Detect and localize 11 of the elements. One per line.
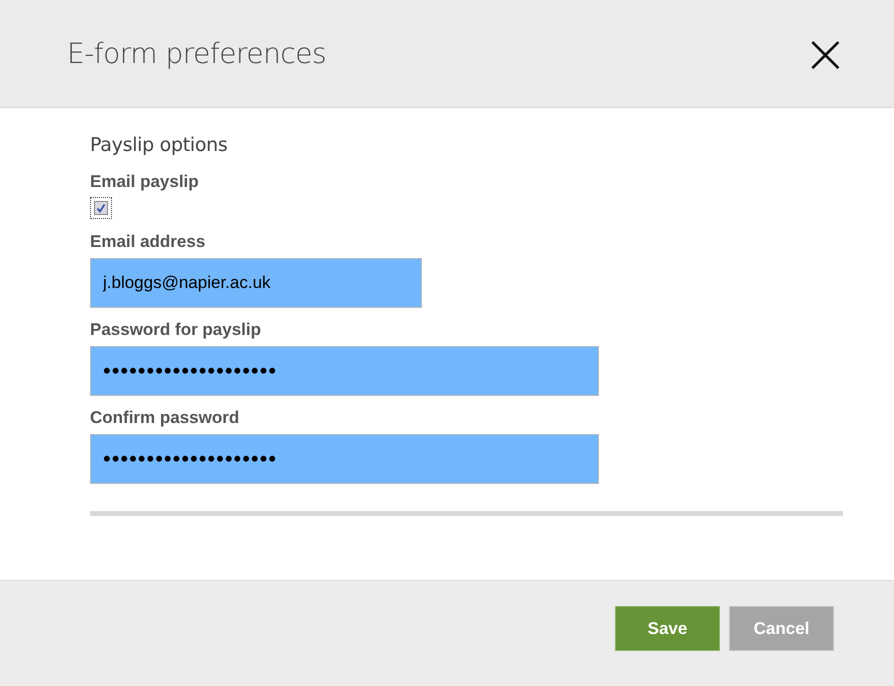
- section-heading: Payslip options: [90, 134, 228, 156]
- close-button[interactable]: ×: [798, 34, 852, 74]
- field-label: Email payslip: [90, 172, 199, 192]
- checkbox[interactable]: [94, 201, 108, 215]
- save-button[interactable]: Save: [615, 606, 720, 651]
- password-field[interactable]: ••••••••••••••••••••: [90, 434, 599, 484]
- password-field[interactable]: ••••••••••••••••••••: [90, 346, 599, 396]
- dialog-title: E-form preferences: [67, 37, 326, 70]
- field-label: Email address: [90, 232, 206, 252]
- field-label: Confirm password: [90, 408, 240, 428]
- field-label: Password for payslip: [90, 320, 261, 340]
